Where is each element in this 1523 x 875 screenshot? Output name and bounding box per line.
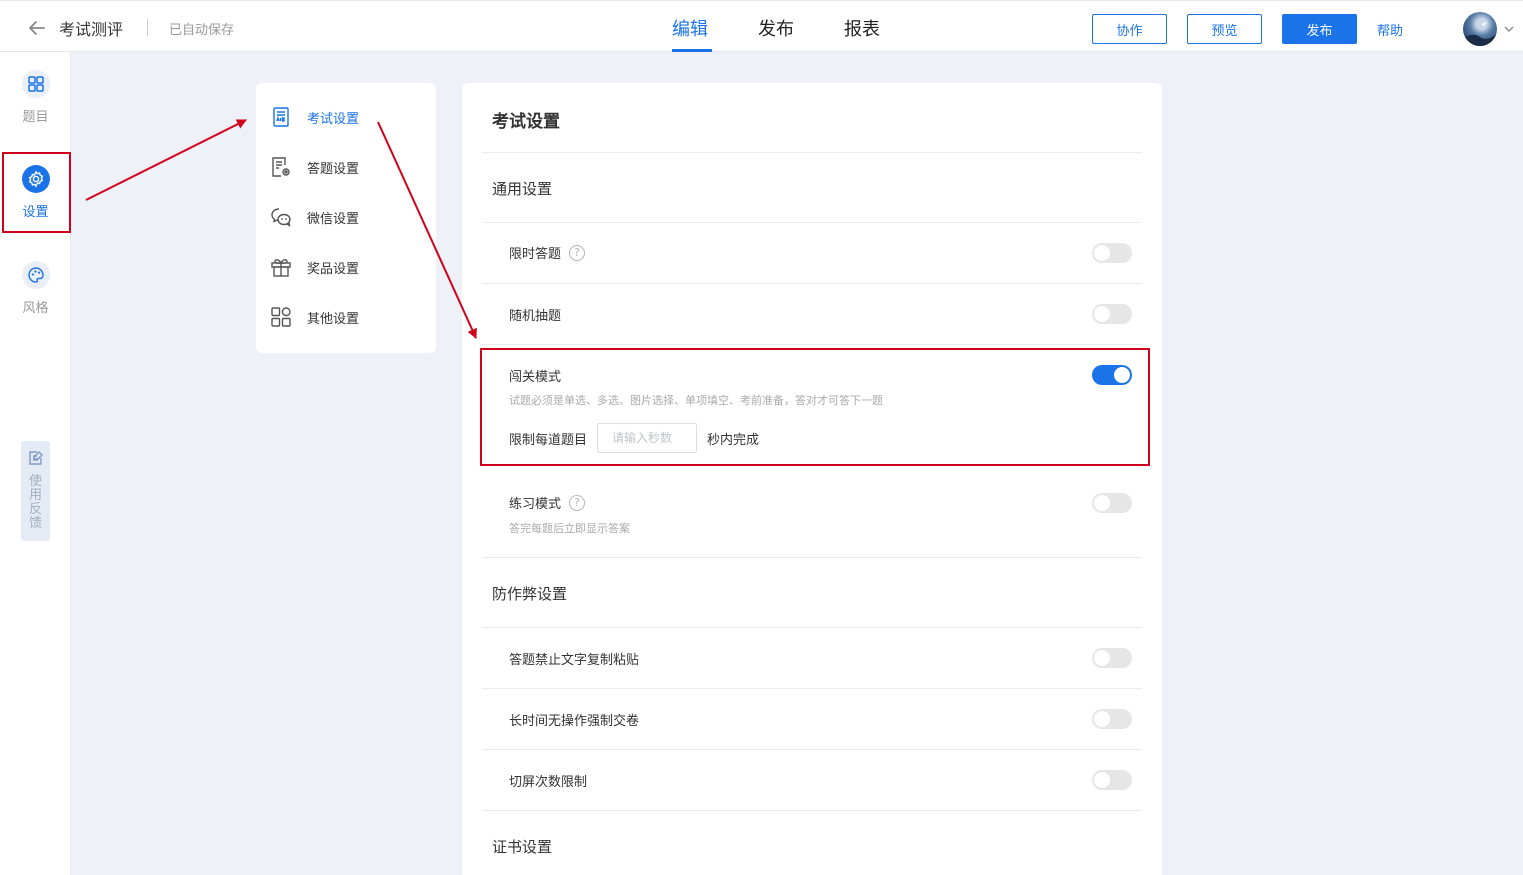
section-title-certificate: 证书设置 xyxy=(492,838,553,856)
tab-report[interactable]: 报表 xyxy=(844,15,880,41)
submenu-label: 微信设置 xyxy=(307,211,360,227)
collab-button[interactable]: 协作 xyxy=(1092,14,1167,44)
divider xyxy=(482,222,1142,223)
exam-settings-panel: 考试设置 通用设置 限时答题 ? 随机抽题 闯关模式 试题必须是单选、多选、图片… xyxy=(462,83,1162,875)
submenu-label: 考试设置 xyxy=(307,111,360,127)
annotation-highlight-level-mode xyxy=(480,348,1150,466)
divider xyxy=(482,152,1142,153)
autosave-status: 已自动保存 xyxy=(169,23,235,38)
grid-icon xyxy=(21,70,50,98)
divider xyxy=(482,688,1142,689)
help-icon[interactable]: ? xyxy=(569,494,586,511)
divider xyxy=(482,749,1142,750)
help-icon[interactable]: ? xyxy=(569,244,586,261)
edit-note-icon xyxy=(28,451,43,465)
setting-label-time-limit: 限时答题 ? xyxy=(509,243,586,262)
setting-description: 答完每题后立即显示答案 xyxy=(509,522,630,535)
apps-icon xyxy=(271,307,291,327)
tab-publish[interactable]: 发布 xyxy=(758,15,794,41)
rail-item-questions[interactable]: 题目 xyxy=(0,70,71,125)
page-title: 考试测评 xyxy=(59,20,124,39)
divider xyxy=(482,810,1142,811)
setting-label-practice: 练习模式 ? xyxy=(509,493,586,512)
submenu-item-answer-settings[interactable]: 答题设置 xyxy=(270,156,359,178)
chevron-down-icon[interactable] xyxy=(1503,23,1515,35)
annotation-arrow-1 xyxy=(85,119,247,201)
setting-label-idle-submit: 长时间无操作强制交卷 xyxy=(509,714,640,729)
feedback-button[interactable]: 使用反馈 xyxy=(21,441,50,541)
panel-title: 考试设置 xyxy=(492,112,560,132)
settings-submenu: 考试设置 答题设置 微信设置 奖品设置 其他设置 xyxy=(256,83,436,353)
top-bar: 考试测评 已自动保存 编辑 发布 报表 协作 预览 发布 帮助 xyxy=(0,0,1523,52)
divider xyxy=(482,627,1142,628)
divider xyxy=(482,557,1142,558)
divider xyxy=(147,19,148,36)
setting-label-screen-switch: 切屏次数限制 xyxy=(509,775,588,790)
avatar[interactable] xyxy=(1463,12,1497,46)
submenu-label: 答题设置 xyxy=(307,161,360,177)
toggle-time-limit[interactable] xyxy=(1092,243,1132,263)
section-title-general: 通用设置 xyxy=(492,180,553,198)
divider xyxy=(482,283,1142,284)
wechat-icon xyxy=(271,208,291,227)
avatar-image xyxy=(1463,22,1497,46)
submenu-label: 其他设置 xyxy=(307,311,360,327)
toggle-screen-switch-limit[interactable] xyxy=(1092,770,1132,790)
active-tab-indicator xyxy=(672,49,712,52)
submenu-label: 奖品设置 xyxy=(307,261,360,277)
rail-label: 风格 xyxy=(22,301,49,316)
setting-label-no-copy: 答题禁止文字复制粘贴 xyxy=(509,653,640,668)
feedback-label: 使用反馈 xyxy=(28,474,42,531)
setting-label-text: 限时答题 xyxy=(509,247,562,262)
toggle-idle-submit[interactable] xyxy=(1092,709,1132,729)
setting-label-text: 练习模式 xyxy=(509,497,562,512)
setting-label-random: 随机抽题 xyxy=(509,309,562,324)
submenu-item-other-settings[interactable]: 其他设置 xyxy=(270,306,359,328)
gift-icon xyxy=(271,259,291,277)
section-title-anticheat: 防作弊设置 xyxy=(492,585,568,603)
submenu-item-wechat-settings[interactable]: 微信设置 xyxy=(270,206,359,228)
submenu-item-prize-settings[interactable]: 奖品设置 xyxy=(270,256,359,278)
divider xyxy=(482,344,1142,345)
tab-edit[interactable]: 编辑 xyxy=(672,15,708,41)
toggle-practice-mode[interactable] xyxy=(1092,493,1132,513)
toggle-no-copy[interactable] xyxy=(1092,648,1132,668)
publish-button[interactable]: 发布 xyxy=(1282,14,1357,44)
help-link[interactable]: 帮助 xyxy=(1377,20,1403,39)
submenu-item-exam-settings[interactable]: 考试设置 xyxy=(270,106,359,128)
rail-label: 题目 xyxy=(22,110,49,125)
rail-item-style[interactable]: 风格 xyxy=(0,261,71,316)
exam-paper-icon xyxy=(273,107,289,127)
answer-settings-icon xyxy=(272,157,290,177)
palette-icon xyxy=(21,261,50,289)
arrow-left-icon[interactable] xyxy=(26,17,48,39)
preview-button[interactable]: 预览 xyxy=(1187,14,1262,44)
toggle-random-questions[interactable] xyxy=(1092,304,1132,324)
annotation-highlight-settings xyxy=(2,152,71,233)
